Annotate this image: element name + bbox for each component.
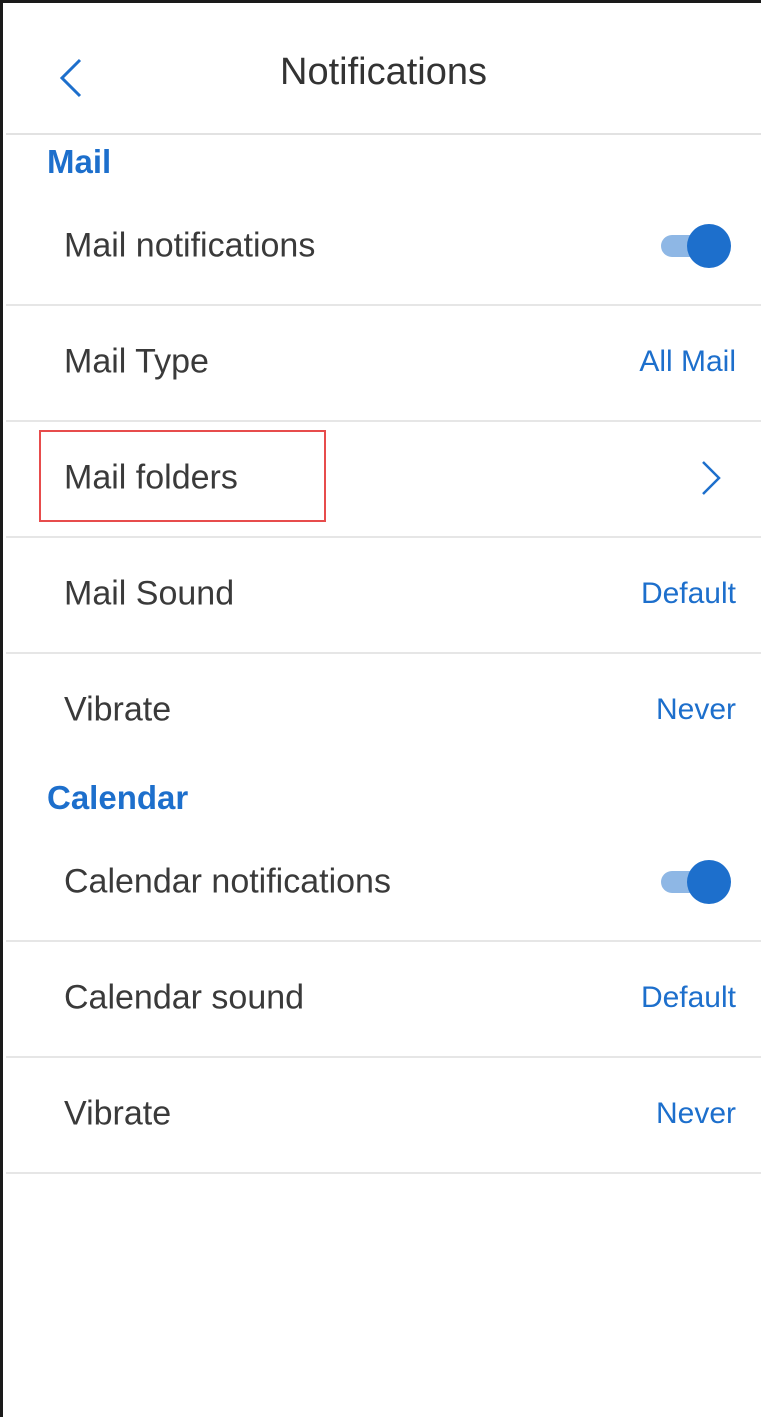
- calendar-vibrate-label: Vibrate: [64, 1094, 172, 1133]
- section-heading-mail: Mail: [47, 143, 112, 180]
- toggle-knob: [687, 860, 731, 904]
- mail-vibrate-label: Vibrate: [64, 690, 172, 729]
- mail-notifications-toggle[interactable]: [661, 224, 731, 268]
- mail-vibrate-row[interactable]: Vibrate Never: [6, 652, 761, 768]
- highlight-box: [39, 430, 326, 522]
- mail-notifications-row[interactable]: Mail notifications: [6, 188, 761, 306]
- mail-sound-label: Mail Sound: [64, 574, 235, 613]
- calendar-vibrate-row[interactable]: Vibrate Never: [6, 1056, 761, 1174]
- mail-sound-value: Default: [640, 577, 736, 610]
- page-title: Notifications: [280, 51, 487, 93]
- calendar-sound-value: Default: [640, 981, 736, 1014]
- calendar-notifications-row[interactable]: Calendar notifications: [6, 824, 761, 942]
- mail-type-row[interactable]: Mail Type All Mail: [6, 304, 761, 422]
- calendar-sound-row[interactable]: Calendar sound Default: [6, 940, 761, 1058]
- mail-notifications-label: Mail notifications: [64, 226, 316, 265]
- mail-type-value: All Mail: [639, 345, 736, 378]
- calendar-sound-label: Calendar sound: [64, 978, 305, 1017]
- chevron-right-icon: [702, 461, 721, 495]
- calendar-vibrate-value: Never: [655, 1097, 736, 1130]
- toggle-knob: [687, 224, 731, 268]
- mail-vibrate-value: Never: [655, 693, 736, 726]
- calendar-notifications-label: Calendar notifications: [64, 862, 391, 901]
- mail-sound-row[interactable]: Mail Sound Default: [6, 536, 761, 654]
- notifications-screen: Notifications Mail Mail notifications Ma…: [0, 0, 761, 1417]
- header-bar: Notifications: [6, 6, 761, 135]
- calendar-notifications-toggle[interactable]: [661, 860, 731, 904]
- mail-type-label: Mail Type: [64, 342, 209, 381]
- section-heading-calendar: Calendar: [47, 779, 189, 816]
